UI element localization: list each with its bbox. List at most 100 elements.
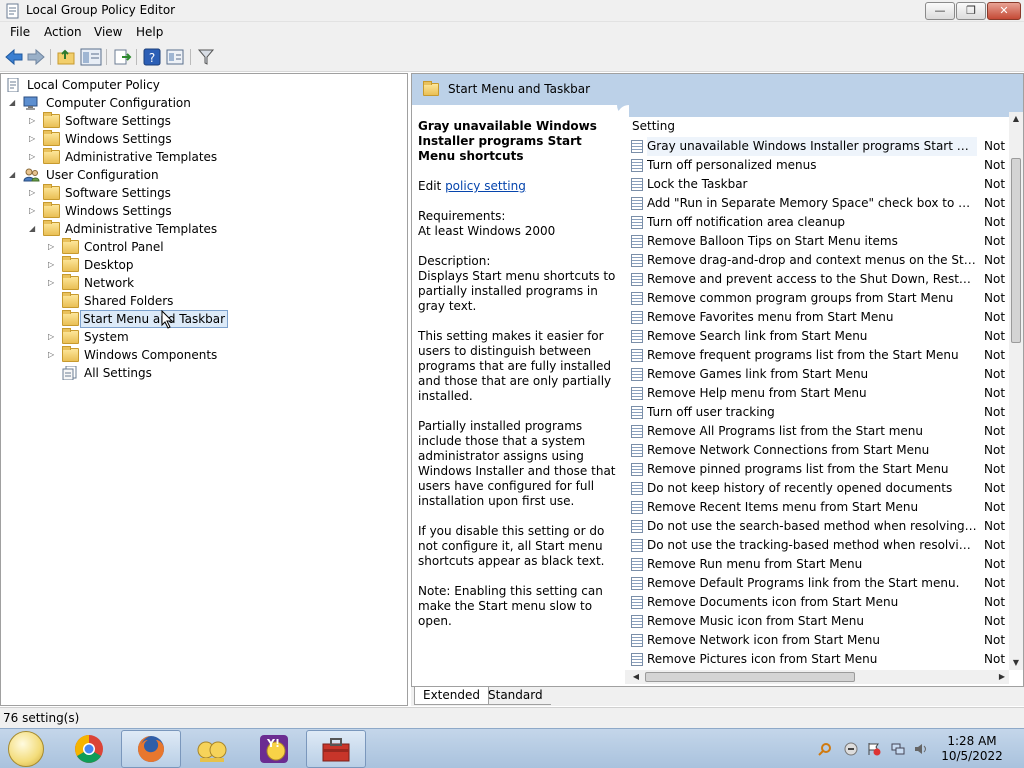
setting-row[interactable]: Remove Help menu from Start Menu Not [625,384,1009,403]
description-text: Note: Enabling this setting can make the… [418,584,603,628]
scroll-down-icon[interactable]: ▼ [1009,656,1023,670]
setting-row[interactable]: Remove Balloon Tips on Start Menu items N… [625,232,1009,251]
tab-standard[interactable]: Standard [480,687,551,705]
expanded-arrow-icon[interactable]: ◢ [9,94,18,112]
show-hide-tree-icon[interactable] [80,48,102,66]
filter-icon[interactable] [196,48,216,66]
setting-name: Remove Network Connections from Start Me… [647,443,930,457]
setting-row[interactable]: Remove Music icon from Start Menu Not [625,612,1009,631]
taskbar-firefox[interactable] [121,730,181,768]
collapsed-arrow-icon[interactable]: ▷ [48,238,57,256]
menu-action[interactable]: Action [44,25,82,39]
collapsed-arrow-icon[interactable]: ▷ [48,346,57,364]
action-center-flag-icon[interactable] [867,742,881,756]
setting-row[interactable]: Remove Network Connections from Start Me… [625,441,1009,460]
folder-icon [43,184,60,200]
back-arrow-icon[interactable] [4,48,24,66]
setting-state: Not [984,177,1006,191]
setting-row[interactable]: Remove frequent programs list from the S… [625,346,1009,365]
setting-name: Add "Run in Separate Memory Space" check… [647,196,977,210]
setting-row[interactable]: Remove pinned programs list from the Sta… [625,460,1009,479]
scroll-left-icon[interactable]: ◀ [629,670,643,684]
minimize-button[interactable]: — [925,2,955,20]
taskbar-messenger[interactable] [182,730,242,768]
description-text: Displays Start menu shortcuts to partial… [418,269,616,313]
setting-row[interactable]: Remove Default Programs link from the St… [625,574,1009,593]
policy-setting-icon [631,615,643,628]
collapsed-arrow-icon[interactable]: ▷ [29,184,38,202]
close-button[interactable]: ✕ [987,2,1021,20]
setting-row[interactable]: Remove Search link from Start Menu Not [625,327,1009,346]
collapsed-arrow-icon[interactable]: ▷ [48,256,57,274]
collapsed-arrow-icon[interactable]: ▷ [48,274,57,292]
forward-arrow-icon[interactable] [26,48,46,66]
setting-row[interactable]: Remove Recent Items menu from Start Menu… [625,498,1009,517]
setting-name: Remove Pictures icon from Start Menu [647,652,878,666]
scroll-thumb[interactable] [645,672,855,682]
setting-row[interactable]: Remove Games link from Start Menu Not [625,365,1009,384]
setting-row[interactable]: Remove Pictures icon from Start Menu Not [625,650,1009,669]
taskbar-yahoo-messenger[interactable]: Y! [245,730,305,768]
vertical-scrollbar[interactable]: ▲ ▼ [1009,112,1023,670]
taskbar-policy-editor[interactable] [306,730,366,768]
toolbar-separator [106,49,107,65]
menu-file[interactable]: File [10,25,30,39]
setting-row[interactable]: Remove Favorites menu from Start Menu Not [625,308,1009,327]
setting-row[interactable]: Turn off user tracking Not [625,403,1009,422]
setting-row[interactable]: Do not keep history of recently opened d… [625,479,1009,498]
setting-row[interactable]: Add "Run in Separate Memory Space" check… [625,194,1009,213]
edit-policy-link[interactable]: policy setting [445,179,526,193]
policy-setting-icon [631,292,643,305]
tree-item-label: Software Settings [65,114,171,128]
messenger-icon [197,741,227,762]
minus-circle-tray-icon[interactable] [844,742,858,756]
scroll-up-icon[interactable]: ▲ [1009,112,1023,126]
policy-setting-icon [631,577,643,590]
collapsed-arrow-icon[interactable]: ▷ [29,148,38,166]
setting-row[interactable]: Turn off notification area cleanup Not [625,213,1009,232]
expanded-arrow-icon[interactable]: ◢ [9,166,18,184]
help-icon[interactable]: ? [142,48,162,66]
up-folder-icon[interactable] [56,48,76,66]
export-list-icon[interactable] [112,48,132,66]
collapsed-arrow-icon[interactable]: ▷ [29,130,38,148]
column-header-setting[interactable]: Setting [625,115,1009,135]
search-tray-icon[interactable] [818,742,832,756]
folder-icon [43,202,60,218]
menu-view[interactable]: View [94,25,122,39]
setting-row[interactable]: Remove Documents icon from Start Menu Not [625,593,1009,612]
tab-extended[interactable]: Extended [414,687,489,705]
policy-setting-icon [631,501,643,514]
setting-row[interactable]: Turn off personalized menus Not [625,156,1009,175]
start-button-icon[interactable] [8,731,44,767]
policy-setting-icon [631,634,643,647]
scroll-right-icon[interactable]: ▶ [995,670,1009,684]
taskbar-chrome[interactable] [60,730,120,768]
collapsed-arrow-icon[interactable]: ▷ [29,202,38,220]
setting-row[interactable]: Remove drag-and-drop and context menus o… [625,251,1009,270]
setting-row[interactable]: Remove common program groups from Start … [625,289,1009,308]
setting-row[interactable]: Remove Network icon from Start Menu Not [625,631,1009,650]
network-tray-icon[interactable] [891,742,905,756]
tree-item-label: User Configuration [46,168,159,182]
collapsed-arrow-icon[interactable]: ▷ [29,112,38,130]
volume-tray-icon[interactable] [914,742,928,756]
setting-row[interactable]: Do not use the tracking-based method whe… [625,536,1009,555]
collapsed-arrow-icon[interactable]: ▷ [48,328,57,346]
policy-setting-icon [631,330,643,343]
setting-description: Gray unavailable Windows Installer progr… [418,119,618,644]
properties-icon[interactable] [165,48,185,66]
maximize-button[interactable]: ❐ [956,2,986,20]
setting-row[interactable]: Lock the Taskbar Not [625,175,1009,194]
scroll-thumb[interactable] [1011,158,1021,343]
setting-row[interactable]: Gray unavailable Windows Installer progr… [625,137,1009,156]
setting-row[interactable]: Remove All Programs list from the Start … [625,422,1009,441]
tree-item-label: Windows Components [84,348,218,362]
setting-row[interactable]: Do not use the search-based method when … [625,517,1009,536]
expanded-arrow-icon[interactable]: ◢ [29,220,38,238]
horizontal-scrollbar[interactable]: ◀ ▶ [625,670,1009,684]
system-clock[interactable]: 1:28 AM 10/5/2022 [932,734,1012,764]
setting-row[interactable]: Remove and prevent access to the Shut Do… [625,270,1009,289]
setting-row[interactable]: Remove Run menu from Start Menu Not [625,555,1009,574]
menu-help[interactable]: Help [136,25,163,39]
